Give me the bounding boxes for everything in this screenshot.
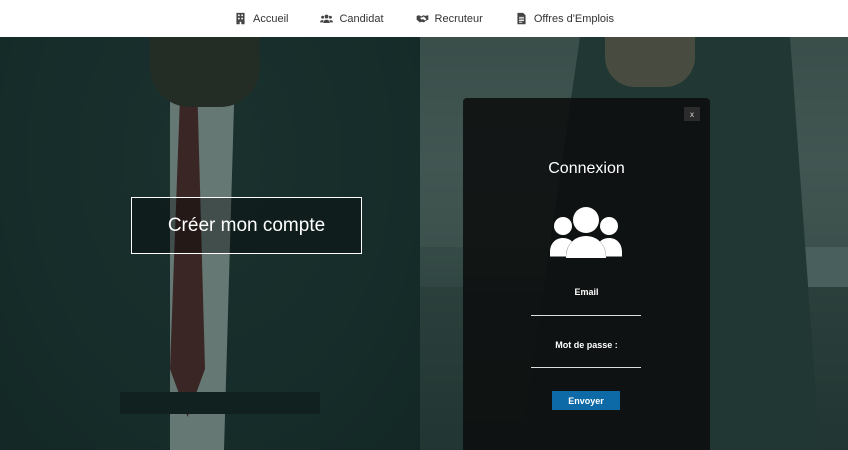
nav-label-recruteur: Recruteur [434, 12, 483, 25]
nav-label-accueil: Accueil [253, 12, 289, 25]
email-label: Email [574, 287, 599, 297]
handshake-icon [416, 15, 428, 23]
close-button[interactable]: x [684, 107, 700, 121]
nav-label-candidat: Candidat [339, 12, 384, 25]
password-field[interactable] [531, 350, 641, 368]
nav-label-offres: Offres d'Emplois [533, 12, 614, 25]
document-icon [517, 12, 526, 25]
nav-item-candidat[interactable]: Candidat [304, 12, 399, 25]
email-field[interactable] [531, 298, 641, 316]
users-icon [320, 14, 334, 24]
create-account-button[interactable]: Créer mon compte [131, 197, 362, 254]
nav-item-recruteur[interactable]: Recruteur [400, 12, 499, 25]
hero-background-photo [0, 37, 848, 450]
submit-button[interactable]: Envoyer [552, 391, 620, 410]
nav-item-accueil[interactable]: Accueil [218, 12, 304, 25]
top-navbar: Accueil Candidat Recruteur Offres d'Empl… [0, 0, 848, 37]
login-title: Connexion [548, 160, 625, 177]
password-label: Mot de passe : [555, 340, 618, 350]
nav-item-offres[interactable]: Offres d'Emplois [499, 12, 630, 25]
building-icon [236, 12, 245, 25]
users-icon [550, 207, 622, 258]
hero-color-overlay [0, 37, 848, 450]
login-panel: x Connexion Email Mot de passe : Envoyer [463, 98, 710, 450]
